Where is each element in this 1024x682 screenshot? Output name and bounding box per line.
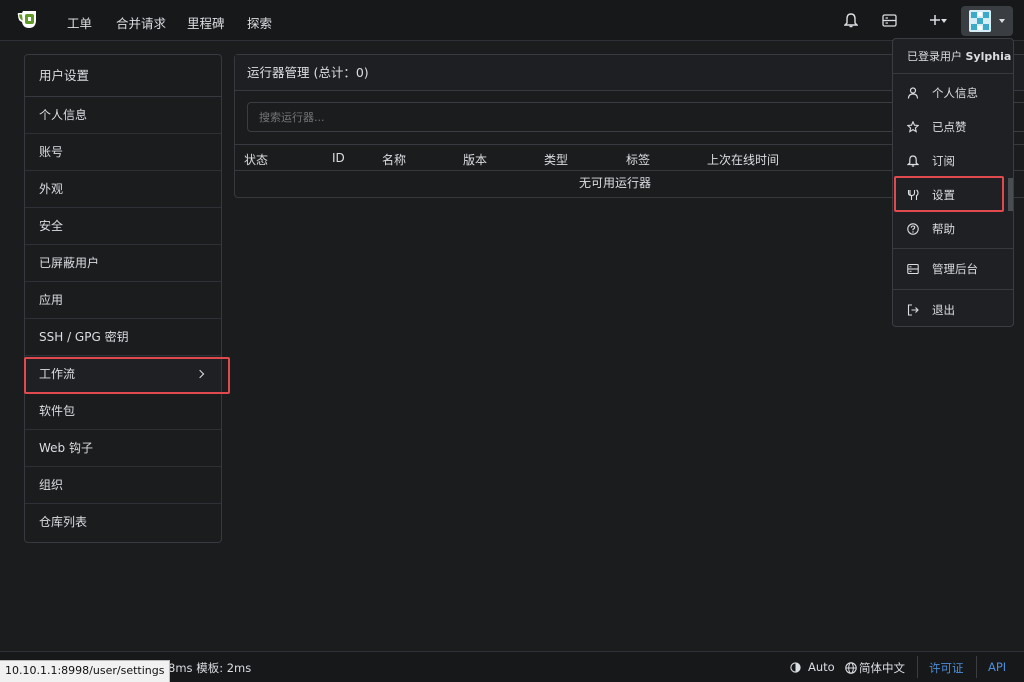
user-menu-button[interactable] bbox=[961, 6, 1013, 36]
sidebar-item-security[interactable]: 安全 bbox=[25, 208, 221, 245]
star-icon bbox=[907, 121, 919, 133]
status-bar-url: 10.10.1.1:8998/user/settings bbox=[0, 660, 171, 682]
column-name[interactable]: 名称 bbox=[382, 151, 406, 168]
menu-item-label: 帮助 bbox=[932, 222, 955, 236]
column-status[interactable]: 状态 bbox=[244, 151, 268, 168]
sidebar-item-repos[interactable]: 仓库列表 bbox=[25, 504, 221, 541]
menu-divider bbox=[893, 248, 1013, 249]
sidebar-item-label: 软件包 bbox=[39, 404, 76, 418]
sidebar-item-ssh-gpg-keys[interactable]: SSH / GPG 密钥 bbox=[25, 319, 221, 356]
footer-divider bbox=[976, 656, 977, 678]
column-id[interactable]: ID bbox=[332, 151, 345, 165]
api-link[interactable]: API bbox=[988, 660, 1006, 674]
sidebar-item-label: 安全 bbox=[39, 219, 64, 233]
nav-issues-link[interactable]: 工单 bbox=[67, 13, 92, 32]
create-new-button[interactable] bbox=[920, 9, 950, 31]
avatar bbox=[969, 10, 991, 32]
menu-item-site-admin[interactable]: 管理后台 bbox=[893, 252, 1013, 286]
nav-milestones-link[interactable]: 里程碑 bbox=[187, 13, 225, 32]
sidebar-item-appearance[interactable]: 外观 bbox=[25, 171, 221, 208]
menu-item-settings[interactable]: 设置 bbox=[893, 178, 1013, 212]
language-switcher[interactable]: 简体中文 bbox=[845, 660, 905, 676]
bell-icon bbox=[907, 155, 919, 167]
sidebar-item-label: 仓库列表 bbox=[39, 515, 88, 529]
user-dropdown-menu: 已登录用户 Sylphia 个人信息 已点赞 订阅 设置 帮助 管理后台 退出 bbox=[892, 38, 1014, 327]
menu-item-label: 已点赞 bbox=[932, 120, 967, 134]
empty-runners-message: 无可用运行器 bbox=[578, 176, 651, 190]
sidebar-item-label: 外观 bbox=[39, 182, 64, 196]
sidebar-item-applications[interactable]: 应用 bbox=[25, 282, 221, 319]
bell-icon[interactable] bbox=[842, 9, 860, 31]
question-icon bbox=[907, 223, 919, 235]
sidebar-item-label: 已屏蔽用户 bbox=[39, 256, 100, 270]
caret-down-icon bbox=[941, 19, 947, 23]
site-admin-icon[interactable] bbox=[880, 9, 898, 31]
sidebar-item-organizations[interactable]: 组织 bbox=[25, 467, 221, 504]
nav-explore-link[interactable]: 探索 bbox=[247, 13, 272, 32]
settings-sidebar: 用户设置 个人信息 账号 外观 安全 已屏蔽用户 应用 SSH / GPG 密钥… bbox=[24, 54, 222, 543]
menu-item-sign-out[interactable]: 退出 bbox=[893, 293, 1013, 327]
sidebar-item-blocked-users[interactable]: 已屏蔽用户 bbox=[25, 245, 221, 282]
sidebar-item-label: 账号 bbox=[39, 145, 64, 159]
server-icon bbox=[907, 263, 919, 275]
sidebar-item-account[interactable]: 账号 bbox=[25, 134, 221, 171]
nav-pulls-link[interactable]: 合并请求 bbox=[116, 13, 166, 32]
language-label: 简体中文 bbox=[859, 661, 905, 675]
sidebar-item-label: 组织 bbox=[39, 478, 64, 492]
signed-in-label: 已登录用户 bbox=[907, 50, 962, 63]
sign-out-icon bbox=[907, 304, 919, 316]
license-link[interactable]: 许可证 bbox=[929, 660, 964, 676]
menu-item-profile[interactable]: 个人信息 bbox=[893, 76, 1013, 110]
sidebar-item-webhooks[interactable]: Web 钩子 bbox=[25, 430, 221, 467]
menu-item-label: 订阅 bbox=[932, 154, 955, 168]
sidebar-item-label: Web 钩子 bbox=[39, 441, 93, 455]
person-icon bbox=[907, 87, 919, 99]
column-type[interactable]: 类型 bbox=[544, 151, 568, 168]
tools-icon bbox=[907, 189, 919, 200]
sidebar-title: 用户设置 bbox=[25, 55, 221, 97]
sidebar-item-label: 应用 bbox=[39, 293, 64, 307]
signed-in-header: 已登录用户 Sylphia bbox=[893, 39, 1013, 74]
menu-scrollbar[interactable] bbox=[1008, 178, 1013, 211]
footer-divider bbox=[917, 656, 918, 678]
menu-item-subscriptions[interactable]: 订阅 bbox=[893, 144, 1013, 178]
menu-item-label: 退出 bbox=[932, 303, 955, 317]
sidebar-item-actions[interactable]: 工作流 bbox=[25, 356, 221, 393]
menu-item-label: 个人信息 bbox=[932, 86, 978, 100]
signed-in-username: Sylphia bbox=[965, 50, 1012, 63]
menu-item-label: 管理后台 bbox=[932, 262, 978, 276]
column-version[interactable]: 版本 bbox=[463, 151, 487, 168]
theme-label: Auto bbox=[808, 660, 835, 674]
plus-icon bbox=[930, 15, 940, 25]
globe-icon bbox=[845, 662, 857, 674]
gitea-logo-icon[interactable] bbox=[16, 10, 42, 30]
menu-item-starred[interactable]: 已点赞 bbox=[893, 110, 1013, 144]
menu-item-label: 设置 bbox=[932, 188, 955, 202]
column-labels[interactable]: 标签 bbox=[626, 151, 650, 168]
sidebar-item-label: 个人信息 bbox=[39, 108, 88, 122]
sidebar-item-profile[interactable]: 个人信息 bbox=[25, 97, 221, 134]
top-navbar: 工单 合并请求 里程碑 探索 bbox=[0, 0, 1024, 41]
theme-icon bbox=[790, 661, 801, 673]
menu-item-help[interactable]: 帮助 bbox=[893, 212, 1013, 246]
menu-divider bbox=[893, 289, 1013, 290]
sidebar-item-packages[interactable]: 软件包 bbox=[25, 393, 221, 430]
chevron-right-icon bbox=[195, 369, 205, 379]
sidebar-item-label: 工作流 bbox=[39, 367, 76, 381]
theme-switcher[interactable]: Auto bbox=[790, 660, 835, 674]
caret-down-icon bbox=[999, 19, 1005, 23]
column-last-online[interactable]: 上次在线时间 bbox=[707, 151, 779, 168]
sidebar-item-label: SSH / GPG 密钥 bbox=[39, 330, 129, 344]
